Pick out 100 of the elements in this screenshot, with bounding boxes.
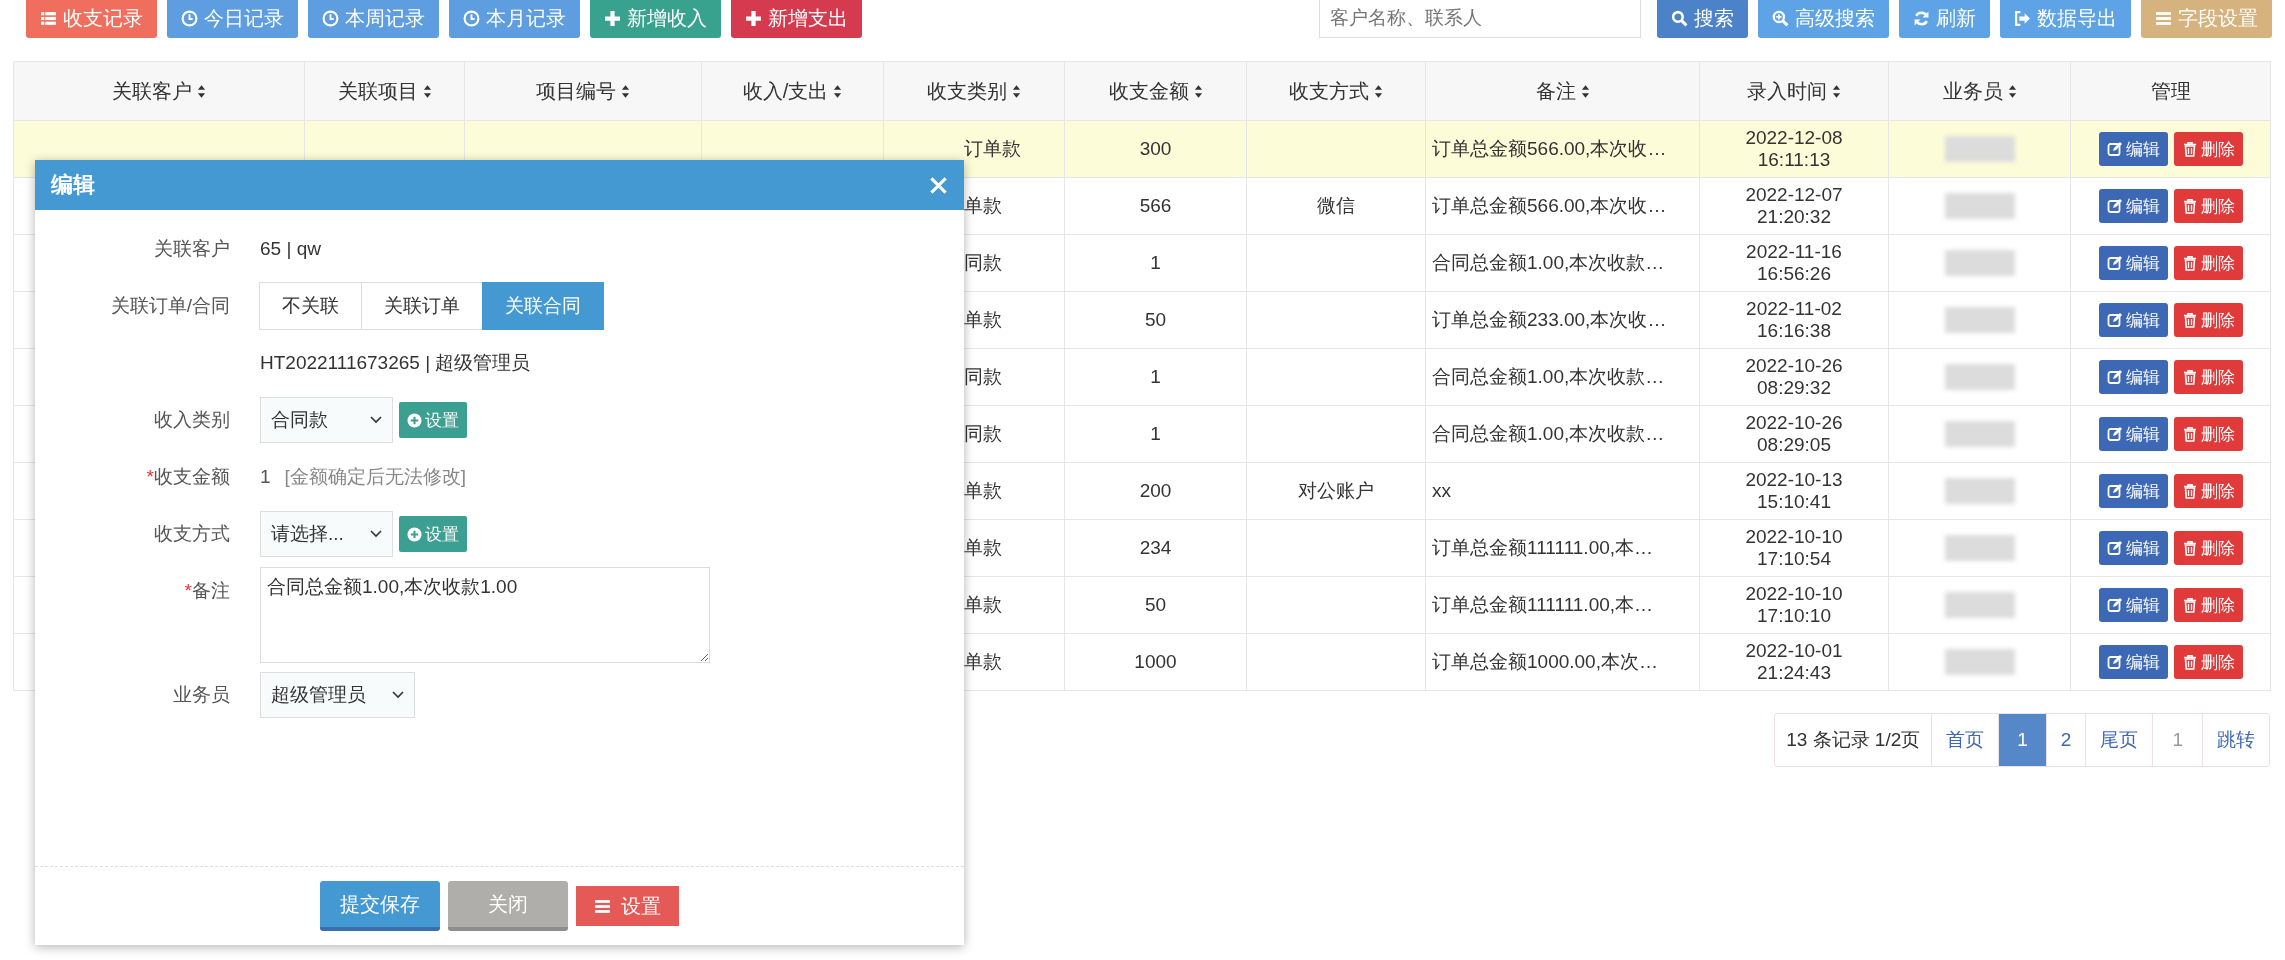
blurred-name	[1944, 193, 2015, 219]
field-label: 关联订单/合同	[110, 295, 230, 316]
row-action-button[interactable]: 编辑	[2098, 189, 2168, 223]
dialog-button[interactable]: 设置	[576, 886, 679, 926]
toolbar-button[interactable]: 收支记录	[26, 0, 157, 38]
page-input[interactable]: 1	[2152, 714, 2202, 766]
table-cell: 300	[1139, 138, 1172, 159]
select-field[interactable]: 合同款	[260, 397, 393, 443]
edit-icon	[2106, 426, 2123, 442]
segment-button[interactable]: 不关联	[259, 282, 362, 330]
sort-icon[interactable]	[833, 83, 843, 99]
plus-circle-icon	[407, 526, 422, 542]
sort-icon[interactable]	[621, 83, 630, 99]
row-action-button[interactable]: 删除	[2173, 645, 2243, 679]
table-cell-text: 2022-11-02 16:16:38	[1745, 298, 1843, 342]
table-cell: 1000	[1134, 651, 1177, 672]
row-action-button[interactable]: 删除	[2173, 189, 2243, 223]
table-cell: 单款	[964, 537, 1002, 558]
trash-icon	[2181, 597, 2198, 613]
sort-icon[interactable]	[1580, 83, 1590, 99]
edit-icon	[2106, 540, 2123, 556]
clock-icon	[322, 9, 339, 27]
field-value: 1	[260, 466, 271, 488]
trash-icon	[2181, 369, 2198, 385]
pager-link[interactable]: 尾页	[2085, 714, 2153, 766]
row-action-button[interactable]: 编辑	[2098, 417, 2168, 451]
row-action-button[interactable]: 删除	[2173, 531, 2243, 565]
table-cell: 1	[1150, 366, 1161, 387]
table-cell: 订单总金额1000.00,本次…	[1432, 651, 1658, 672]
close-icon[interactable]	[929, 175, 948, 195]
page-button[interactable]: 1	[1998, 714, 2046, 766]
row-action-button[interactable]: 编辑	[2098, 246, 2168, 280]
sort-icon[interactable]	[2007, 83, 2017, 99]
settings-button[interactable]: 设置	[399, 516, 467, 552]
select-field[interactable]: 请选择...	[260, 511, 393, 557]
settings-button[interactable]: 设置	[399, 402, 467, 438]
sort-icon[interactable]	[1832, 83, 1841, 99]
note-field[interactable]: 合同总金额1.00,本次收款1.00	[260, 567, 710, 663]
column-header[interactable]: 管理	[2150, 77, 2191, 105]
segment-button[interactable]: 关联合同	[482, 282, 604, 330]
trash-icon	[2181, 198, 2198, 214]
select-field[interactable]: 超级管理员	[260, 672, 415, 718]
table-cell: 单款	[964, 480, 1002, 501]
table-cell-text: 2022-11-16 16:56:26	[1745, 241, 1843, 285]
trash-icon	[2181, 654, 2198, 670]
column-header[interactable]: 备注	[1535, 77, 1576, 105]
row-action-button[interactable]: 编辑	[2098, 360, 2168, 394]
table-cell: 单款	[964, 651, 1002, 672]
row-action-button[interactable]: 编辑	[2098, 645, 2168, 679]
search-field[interactable]: 客户名称、联系人	[1319, 0, 1641, 38]
trash-icon	[2181, 141, 2198, 157]
blurred-name	[1944, 136, 2015, 162]
row-action-button[interactable]: 编辑	[2098, 588, 2168, 622]
blurred-name	[1944, 307, 2015, 333]
column-header[interactable]: 业务员	[1942, 77, 2003, 105]
field-hint: [金额确定后无法修改]	[284, 465, 467, 489]
edit-icon	[2106, 597, 2123, 613]
dialog-button[interactable]: 提交保存	[320, 881, 440, 931]
pager-link[interactable]: 跳转	[2202, 714, 2269, 766]
page-button[interactable]: 2	[2045, 714, 2086, 766]
field-label: 收入类别	[154, 409, 230, 430]
row-action-button[interactable]: 编辑	[2098, 303, 2168, 337]
toolbar-button[interactable]: 新增支出	[731, 0, 862, 38]
table-cell-text: 2022-10-01 21:24:43	[1744, 640, 1844, 684]
column-header[interactable]: 项目编号	[536, 77, 616, 105]
sort-icon[interactable]	[1374, 83, 1383, 99]
row-action-button[interactable]: 编辑	[2098, 474, 2168, 508]
row-action-button[interactable]: 删除	[2173, 474, 2243, 508]
column-header[interactable]: 录入时间	[1747, 77, 1827, 105]
toolbar-button[interactable]: 今日记录	[167, 0, 298, 38]
toolbar-button[interactable]: 新增收入	[590, 0, 721, 38]
row-action-button[interactable]: 编辑	[2098, 531, 2168, 565]
segment-button[interactable]: 关联订单	[361, 282, 483, 330]
toolbar-button[interactable]: 搜索	[1657, 0, 1748, 38]
toolbar-button[interactable]: 本月记录	[449, 0, 580, 38]
row-action-button[interactable]: 删除	[2173, 417, 2243, 451]
row-action-button[interactable]: 编辑	[2098, 132, 2168, 166]
field-label: *备注	[184, 580, 230, 601]
table-cell: 234	[1139, 537, 1172, 558]
row-action-button[interactable]: 删除	[2173, 303, 2243, 337]
row-action-button[interactable]: 删除	[2173, 588, 2243, 622]
table-cell: 合同总金额1.00,本次收款…	[1432, 366, 1665, 387]
sort-icon[interactable]	[197, 83, 206, 99]
blurred-name	[1944, 535, 2015, 561]
sort-icon[interactable]	[1193, 83, 1203, 99]
export-icon	[2014, 9, 2031, 27]
table-cell: 50	[1144, 594, 1167, 615]
table-cell: 对公账户	[1298, 480, 1374, 501]
row-action-button[interactable]: 删除	[2173, 360, 2243, 394]
toolbar-button[interactable]: 本周记录	[308, 0, 439, 38]
sort-icon[interactable]	[1012, 83, 1021, 99]
blurred-name	[1944, 250, 2015, 276]
row-action-button[interactable]: 删除	[2173, 246, 2243, 280]
table-cell-text: 2022-10-26 08:29:32	[1744, 355, 1844, 399]
trash-icon	[2181, 483, 2198, 499]
table-cell: 200	[1139, 480, 1172, 501]
row-action-button[interactable]: 删除	[2173, 132, 2243, 166]
sort-icon[interactable]	[422, 83, 432, 99]
column-header[interactable]: 关联客户	[112, 77, 192, 105]
table-cell: 1	[1150, 423, 1161, 444]
